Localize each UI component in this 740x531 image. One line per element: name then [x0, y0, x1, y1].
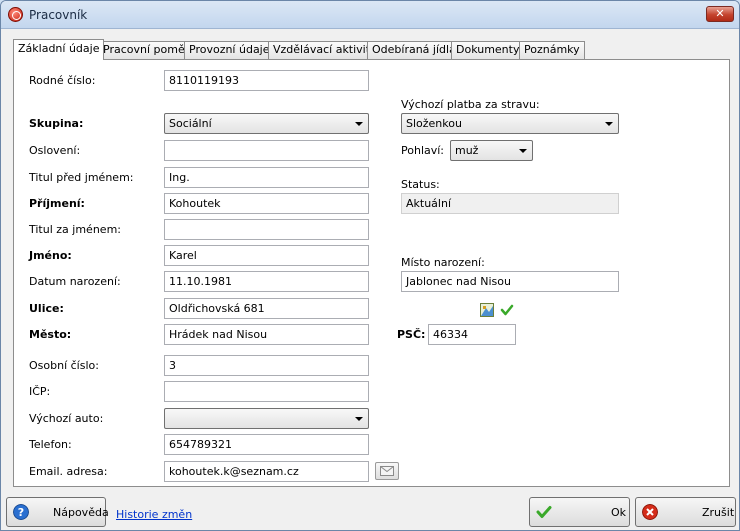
history-link[interactable]: Historie změn	[116, 508, 192, 521]
checkmark-icon	[536, 506, 552, 518]
mesto-input[interactable]: Hrádek nad Nisou	[164, 324, 369, 345]
telefon-label: Telefon:	[29, 438, 72, 451]
platba-select[interactable]: Složenkou	[401, 113, 619, 134]
tab-provozni-udaje[interactable]: Provozní údaje	[184, 41, 275, 59]
titul-pred-input[interactable]: Ing.	[164, 167, 369, 188]
prijmeni-input[interactable]: Kohoutek	[164, 193, 369, 214]
vychozi-auto-label: Výchozí auto:	[29, 412, 104, 425]
tab-zakladni-udaje[interactable]: Základní údaje	[13, 39, 105, 60]
help-icon: ?	[13, 504, 29, 520]
status-field: Aktuální	[401, 193, 619, 214]
titul-za-label: Titul za jménem:	[29, 223, 121, 236]
close-button[interactable]: ✕	[706, 6, 734, 22]
status-label: Status:	[401, 178, 440, 191]
jmeno-label: Jméno:	[29, 249, 72, 262]
tab-pracovni-pomer[interactable]: Pracovní poměr	[98, 41, 195, 59]
datum-narozeni-label: Datum narození:	[29, 275, 121, 288]
skupina-label: Skupina:	[29, 117, 84, 130]
envelope-icon	[380, 466, 394, 476]
ulice-input[interactable]: Oldřichovská 681	[164, 298, 369, 319]
platba-value: Složenkou	[406, 117, 462, 130]
vychozi-auto-select[interactable]	[164, 408, 369, 429]
icp-label: IČP:	[29, 385, 51, 398]
prijmeni-label: Příjmení:	[29, 197, 85, 210]
pohlavi-label: Pohlaví:	[401, 144, 445, 157]
platba-label: Výchozí platba za stravu:	[401, 98, 540, 111]
icp-input[interactable]	[164, 381, 369, 402]
ok-button-label: Ok	[611, 506, 627, 519]
dialog-window: Pracovník ✕ Základní údaje Pracovní pomě…	[0, 0, 740, 531]
tab-odebirana-jidla[interactable]: Odebíraná jídla	[367, 41, 461, 59]
rodne-cislo-input[interactable]: 8110119193	[164, 70, 369, 91]
chevron-down-icon	[355, 417, 363, 421]
mesto-label: Město:	[29, 328, 72, 341]
telefon-input[interactable]: 654789321	[164, 434, 369, 455]
rodne-cislo-label: Rodné číslo:	[29, 74, 96, 87]
datum-narozeni-input[interactable]: 11.10.1981	[164, 271, 369, 292]
chevron-down-icon	[519, 149, 527, 153]
title-bar[interactable]: Pracovník ✕	[1, 1, 739, 29]
jmeno-input[interactable]: Karel	[164, 245, 369, 266]
checkmark-icon[interactable]	[500, 303, 514, 317]
psc-label: PSČ:	[397, 328, 426, 341]
ulice-label: Ulice:	[29, 302, 64, 315]
cancel-button[interactable]: Zrušit	[635, 497, 736, 527]
tab-poznamky[interactable]: Poznámky	[519, 41, 585, 59]
send-email-button[interactable]	[375, 462, 399, 480]
pohlavi-value: muž	[455, 144, 479, 157]
chevron-down-icon	[355, 122, 363, 126]
misto-narozeni-input[interactable]: Jablonec nad Nisou	[401, 271, 619, 292]
osobni-cislo-label: Osobní číslo:	[29, 359, 99, 372]
tab-panel: Rodné číslo: 8110119193 Skupina: Sociáln…	[13, 59, 730, 487]
misto-narozeni-label: Místo narození:	[401, 256, 485, 269]
email-label: Email. adresa:	[29, 465, 108, 478]
cancel-button-label: Zrušit	[702, 506, 735, 519]
tab-vzdelavaci-aktivity[interactable]: Vzdělávací aktivity	[268, 41, 382, 59]
window-title: Pracovník	[29, 8, 88, 22]
help-button-label: Nápověda	[53, 506, 109, 519]
psc-input[interactable]: 46334	[428, 324, 516, 345]
titul-za-input[interactable]	[164, 219, 369, 240]
email-input[interactable]: kohoutek.k@seznam.cz	[164, 461, 369, 482]
svg-text:?: ?	[18, 506, 24, 519]
osloveni-label: Oslovení:	[29, 144, 81, 157]
map-icon[interactable]	[480, 303, 494, 317]
pohlavi-select[interactable]: muž	[450, 140, 533, 161]
cancel-icon	[642, 504, 658, 520]
osloveni-input[interactable]	[164, 140, 369, 161]
titul-pred-label: Titul před jménem:	[29, 171, 134, 184]
ok-button[interactable]: Ok	[529, 497, 630, 527]
skupina-value: Sociální	[169, 117, 212, 130]
help-button[interactable]: ? Nápověda	[6, 497, 109, 527]
tab-dokumenty[interactable]: Dokumenty	[451, 41, 525, 59]
chevron-down-icon	[605, 122, 613, 126]
osobni-cislo-input[interactable]: 3	[164, 355, 369, 376]
app-icon	[8, 7, 23, 22]
skupina-select[interactable]: Sociální	[164, 113, 369, 134]
